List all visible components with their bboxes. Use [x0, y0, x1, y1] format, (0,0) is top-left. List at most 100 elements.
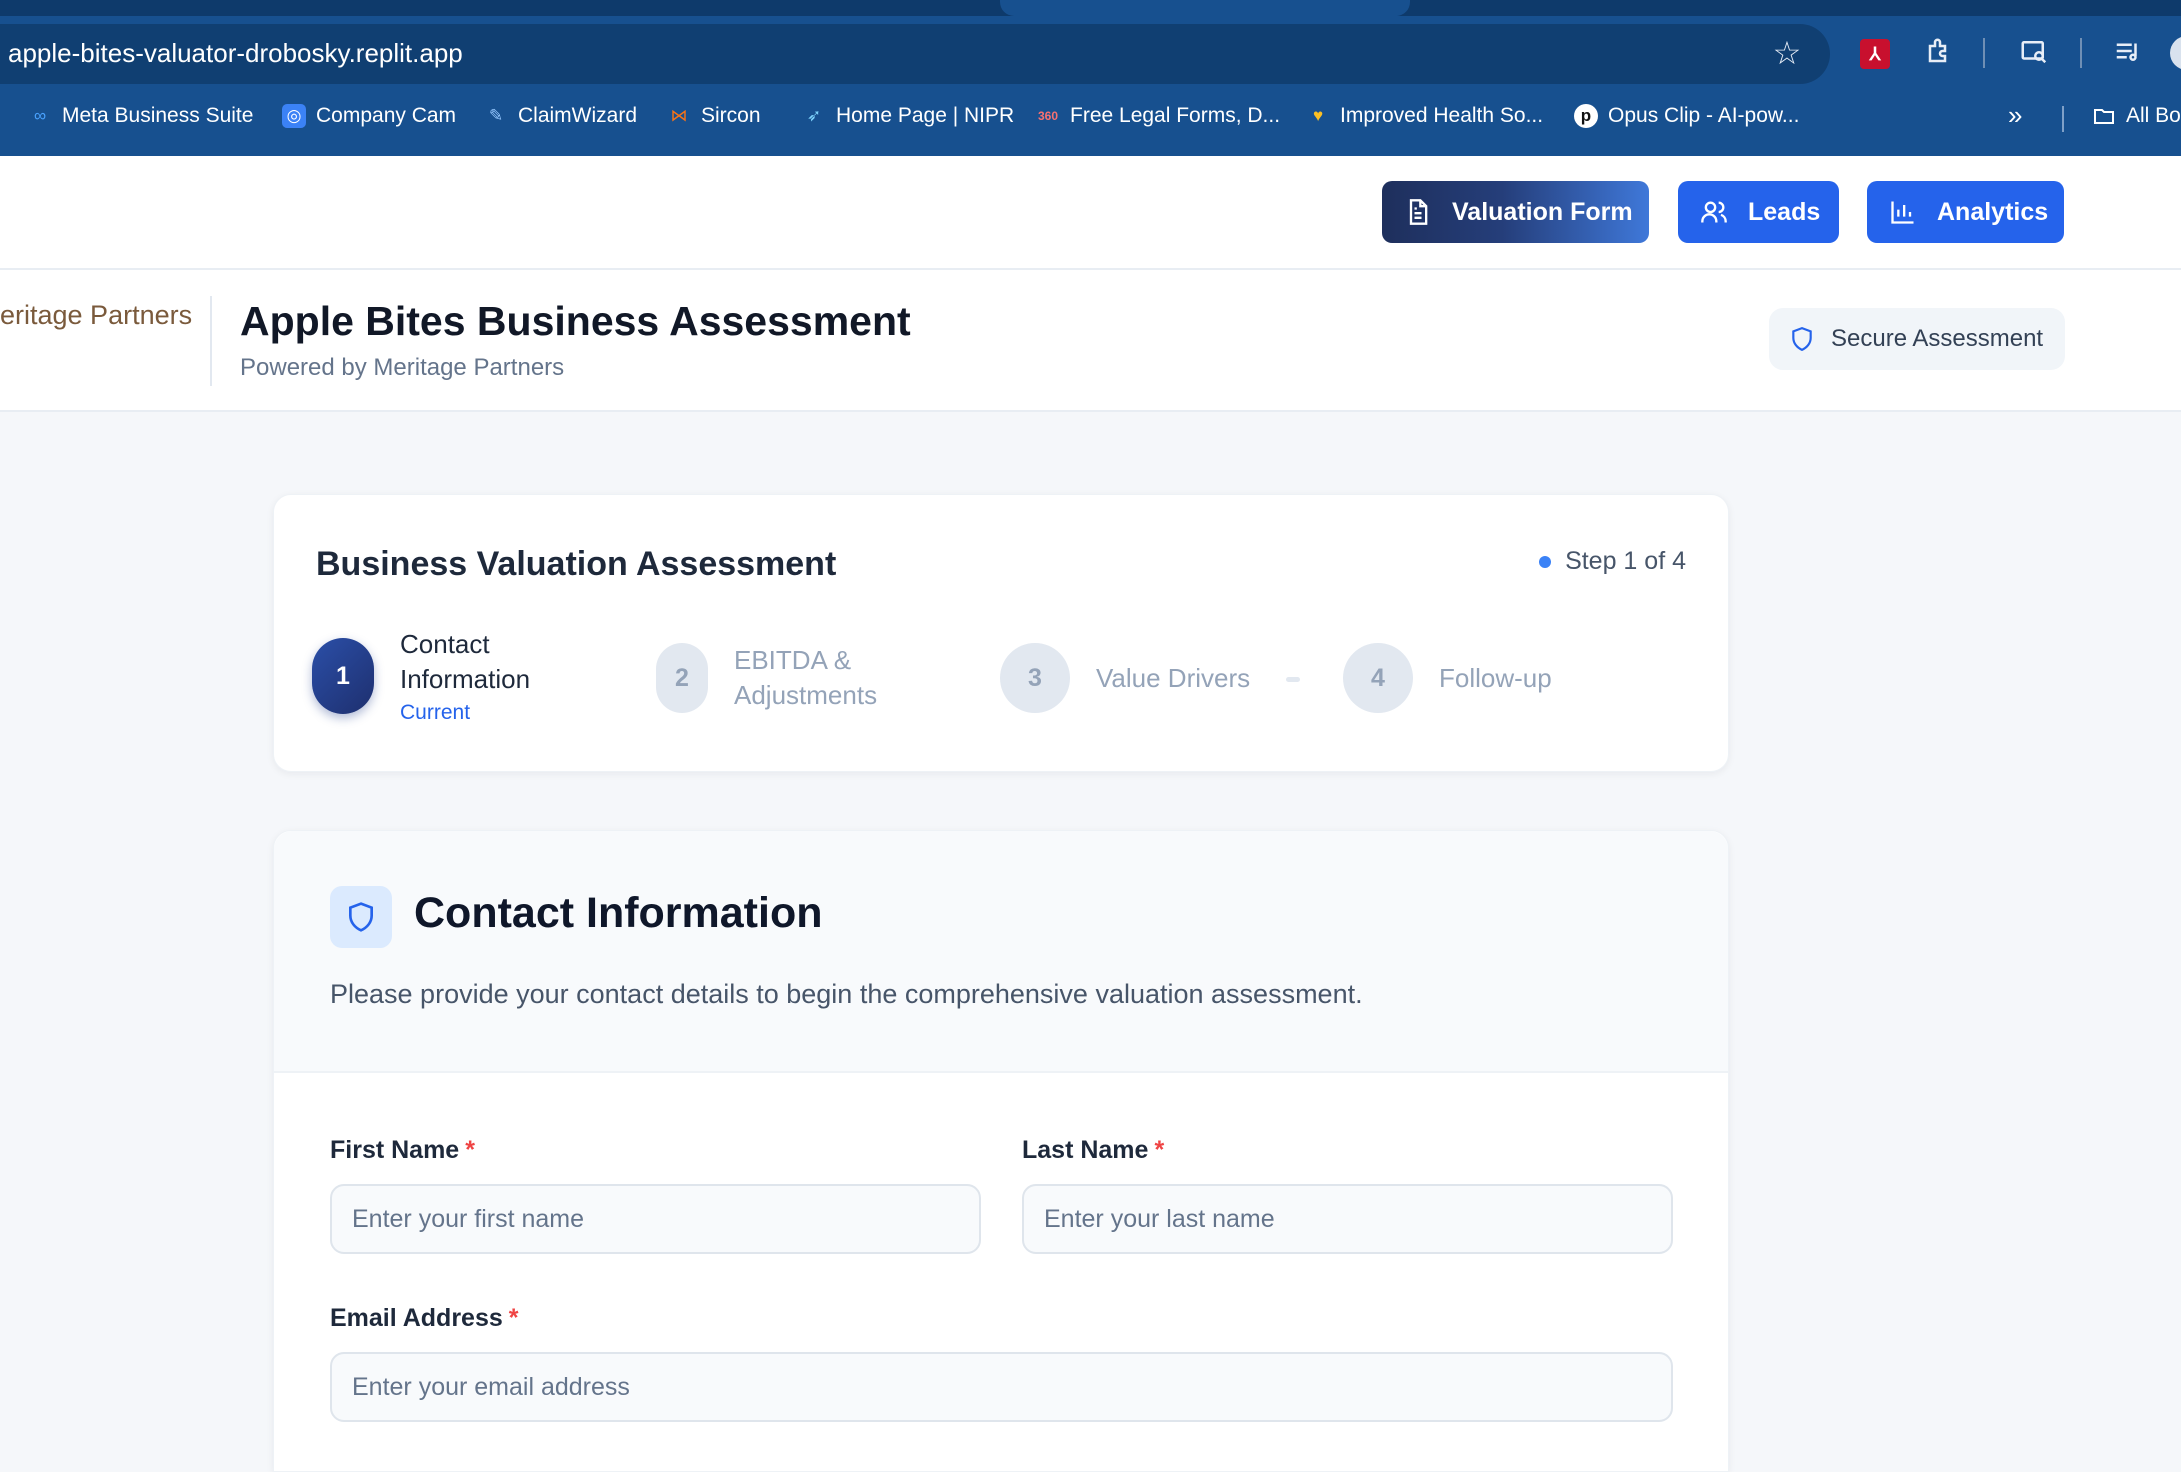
- step-label-line1: EBITDA &: [734, 645, 852, 675]
- step-label-line2: Adjustments: [734, 680, 878, 710]
- step-indicator-dot: [1539, 555, 1552, 568]
- required-asterisk: *: [465, 1136, 475, 1164]
- tab-search-icon[interactable]: [2016, 36, 2052, 72]
- legal-forms-icon: 360: [1037, 109, 1059, 123]
- contact-section-description: Please provide your contact details to b…: [330, 979, 1363, 1009]
- reading-list-icon[interactable]: [2110, 36, 2146, 72]
- step-contact-information[interactable]: 1 Contact Information Current: [312, 627, 530, 725]
- leads-label: Leads: [1748, 197, 1821, 226]
- header-divider: [210, 296, 212, 386]
- step-label-line1: Contact: [400, 629, 490, 659]
- step-status: Current: [400, 701, 471, 724]
- last-name-input[interactable]: [1022, 1184, 1673, 1254]
- bar-chart-icon: [1891, 201, 1914, 224]
- bookmark-label: Free Legal Forms, D...: [1070, 104, 1281, 127]
- wand-icon: ✎: [488, 106, 504, 125]
- bookmark-label: Home Page | NIPR: [836, 104, 1015, 127]
- last-name-label: Last Name *: [1022, 1136, 1164, 1165]
- brand-header: eritage Partners Apple Bites Business As…: [0, 270, 2181, 412]
- more-bookmarks-chevron-icon[interactable]: »: [2008, 100, 2022, 131]
- shield-icon-box: [330, 886, 392, 948]
- bookmarks-bar: ∞ Meta Business Suite ◎ Company Cam ✎ Cl…: [0, 96, 2181, 140]
- contact-information-card: Contact Information Please provide your …: [273, 830, 1729, 1472]
- secure-badge-label: Secure Assessment: [1831, 325, 2044, 352]
- profile-avatar-icon[interactable]: [2170, 36, 2181, 72]
- email-input[interactable]: [330, 1352, 1673, 1422]
- analytics-button[interactable]: Analytics: [1867, 181, 2064, 243]
- first-name-label-text: First Name: [330, 1136, 460, 1164]
- bookmark-opus-clip[interactable]: p Opus Clip - AI-pow...: [1574, 104, 1799, 128]
- step-number-badge: 2: [656, 643, 708, 713]
- step-number-badge: 4: [1343, 643, 1413, 713]
- email-label-text: Email Address: [330, 1304, 503, 1332]
- bookmark-nipr[interactable]: ➶ Home Page | NIPR: [802, 104, 1014, 128]
- step-counter-text: Step 1 of 4: [1565, 547, 1686, 575]
- step-number-badge: 1: [312, 638, 374, 714]
- heart-icon: ♥: [1312, 106, 1324, 125]
- bookmark-legal-forms[interactable]: 360 Free Legal Forms, D...: [1036, 104, 1280, 128]
- all-bookmarks-label: All Bo: [2126, 104, 2181, 127]
- first-name-input[interactable]: [330, 1184, 981, 1254]
- step-value-drivers[interactable]: 3 Value Drivers: [1000, 643, 1250, 713]
- app-nav: Valuation Form Leads Analytics: [0, 156, 2181, 270]
- opus-icon: p: [1574, 104, 1598, 128]
- sircon-icon: ⋈: [670, 106, 688, 125]
- bookmark-sircon[interactable]: ⋈ Sircon: [667, 104, 761, 128]
- step-connector: [1286, 677, 1300, 682]
- camera-icon: ◎: [282, 104, 306, 128]
- acrobat-extension-icon[interactable]: ⅄: [1860, 39, 1890, 69]
- email-label: Email Address *: [330, 1304, 519, 1333]
- analytics-label: Analytics: [1937, 197, 2049, 226]
- progress-title: Business Valuation Assessment: [316, 545, 837, 583]
- progress-card: Business Valuation Assessment Step 1 of …: [273, 494, 1729, 772]
- address-bar[interactable]: apple-bites-valuator-drobosky.replit.app…: [0, 24, 1830, 84]
- bookmark-improved-health[interactable]: ♥ Improved Health So...: [1306, 104, 1543, 128]
- users-icon: [1701, 201, 1727, 223]
- bookmark-label: Improved Health So...: [1340, 104, 1544, 127]
- bookmark-meta-business-suite[interactable]: ∞ Meta Business Suite: [28, 104, 254, 128]
- bookmark-claimwizard[interactable]: ✎ ClaimWizard: [484, 104, 637, 128]
- first-name-label: First Name *: [330, 1136, 475, 1165]
- nipr-icon: ➶: [806, 106, 822, 125]
- browser-chrome: apple-bites-valuator-drobosky.replit.app…: [0, 0, 2181, 156]
- leads-button[interactable]: Leads: [1678, 181, 1839, 243]
- folder-icon: [2092, 104, 2116, 128]
- page-subtitle: Powered by Meritage Partners: [240, 354, 565, 381]
- toolbar-divider: [2080, 38, 2082, 68]
- shield-icon: [1792, 327, 1812, 352]
- bookmark-star-icon[interactable]: ☆: [1770, 36, 1804, 70]
- toolbar-divider: [1983, 38, 1985, 68]
- document-icon: [1409, 199, 1428, 225]
- step-follow-up[interactable]: 4 Follow-up: [1343, 643, 1552, 713]
- last-name-label-text: Last Name: [1022, 1136, 1149, 1164]
- step-ebitda-adjustments[interactable]: 2 EBITDA & Adjustments: [656, 643, 877, 713]
- bookmark-label: Opus Clip - AI-pow...: [1608, 104, 1800, 127]
- bookmark-label: ClaimWizard: [518, 104, 638, 127]
- secure-assessment-badge: Secure Assessment: [1769, 308, 2065, 370]
- step-label: Value Drivers: [1096, 662, 1251, 693]
- active-tab[interactable]: [1000, 0, 1410, 16]
- bookmarks-divider: [2062, 106, 2064, 132]
- step-counter: Step 1 of 4: [1539, 547, 1686, 576]
- page-title: Apple Bites Business Assessment: [240, 298, 911, 344]
- step-label-line2: Information: [400, 664, 531, 694]
- bookmark-label: Sircon: [701, 104, 761, 127]
- tab-strip: [0, 0, 2181, 16]
- step-number-badge: 3: [1000, 643, 1070, 713]
- shield-icon: [349, 902, 373, 932]
- valuation-form-label: Valuation Form: [1452, 197, 1633, 226]
- contact-card-header: Contact Information Please provide your …: [274, 831, 1728, 1073]
- brand-logo-text: eritage Partners: [0, 300, 193, 330]
- required-asterisk: *: [1154, 1136, 1165, 1164]
- bookmark-company-cam[interactable]: ◎ Company Cam: [282, 104, 456, 128]
- bookmark-label: Meta Business Suite: [62, 104, 254, 127]
- url-text[interactable]: apple-bites-valuator-drobosky.replit.app: [8, 38, 463, 69]
- required-asterisk: *: [508, 1304, 519, 1332]
- meta-icon: ∞: [33, 106, 47, 125]
- all-bookmarks-folder[interactable]: All Bo: [2092, 104, 2181, 128]
- contact-section-title: Contact Information: [414, 889, 823, 937]
- extensions-puzzle-icon[interactable]: [1922, 36, 1958, 72]
- step-label: Follow-up: [1439, 662, 1552, 693]
- valuation-form-button[interactable]: Valuation Form: [1382, 181, 1649, 243]
- bookmark-label: Company Cam: [316, 104, 457, 127]
